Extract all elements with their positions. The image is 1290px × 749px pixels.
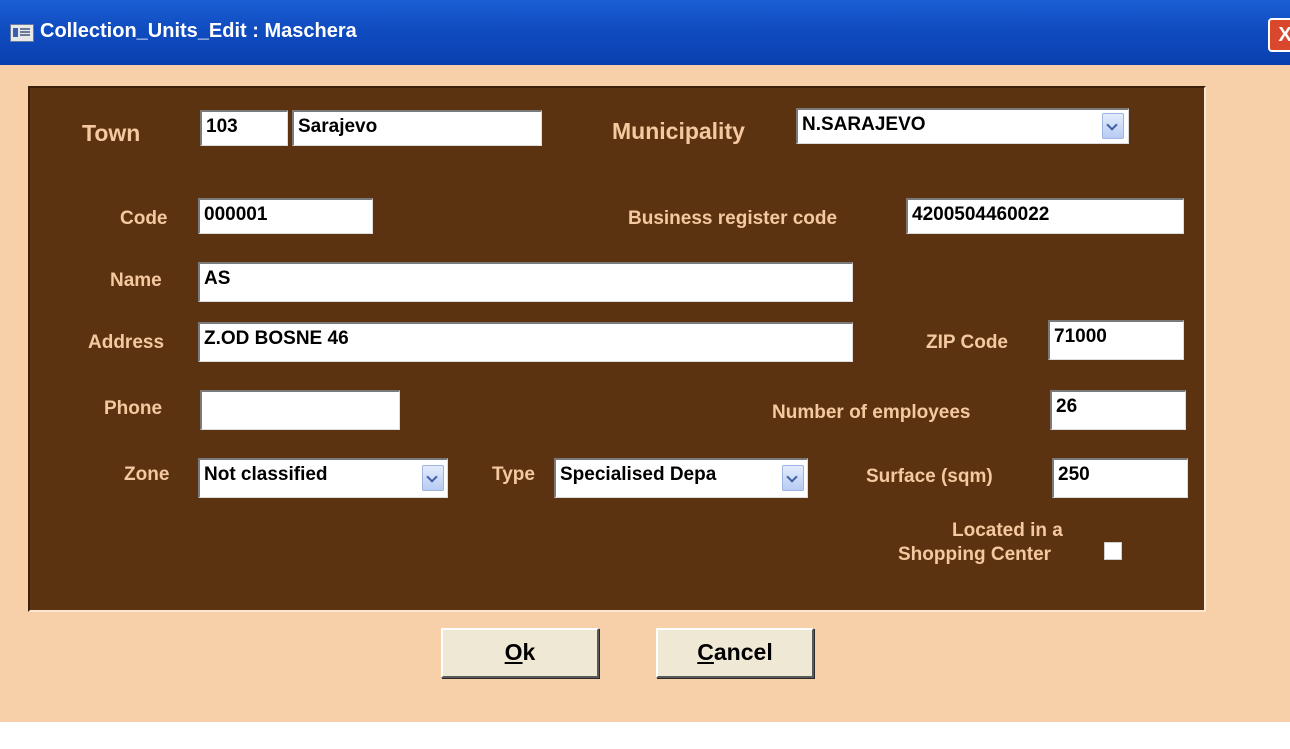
municipality-field[interactable]: N.SARAJEVO	[796, 108, 1129, 144]
type-combo[interactable]: Specialised Depa	[554, 458, 808, 498]
municipality-combo[interactable]: N.SARAJEVO	[796, 108, 1129, 144]
business-register-code-field[interactable]: 4200504460022	[906, 198, 1184, 234]
code-field[interactable]: 000001	[198, 198, 373, 234]
zone-label: Zone	[124, 464, 170, 485]
chevron-down-icon[interactable]	[422, 465, 444, 491]
address-field[interactable]: Z.OD BOSNE 46	[198, 322, 853, 362]
close-icon[interactable]: X	[1268, 18, 1290, 52]
shopping-center-label-line1: Located in a	[952, 520, 1063, 541]
zip-code-label: ZIP Code	[926, 332, 1008, 353]
phone-field[interactable]	[200, 390, 400, 430]
cancel-button[interactable]: Cancel	[656, 628, 814, 678]
form-window: Collection_Units_Edit : Maschera X Town …	[0, 0, 1290, 722]
type-field[interactable]: Specialised Depa	[554, 458, 808, 498]
surface-label: Surface (sqm)	[866, 466, 993, 487]
shopping-center-checkbox[interactable]	[1104, 542, 1122, 560]
name-field[interactable]: AS	[198, 262, 853, 302]
business-register-code-label: Business register code	[628, 208, 838, 229]
zone-combo[interactable]: Not classified	[198, 458, 448, 498]
form-icon	[10, 24, 34, 42]
address-label: Address	[88, 332, 165, 353]
town-code-field[interactable]: 103	[200, 110, 288, 146]
chevron-down-icon[interactable]	[782, 465, 804, 491]
zone-field[interactable]: Not classified	[198, 458, 448, 498]
ok-button-accel: O	[504, 639, 523, 665]
type-label: Type	[492, 464, 535, 485]
shopping-center-label-line2: Shopping Center	[898, 544, 1052, 565]
ok-button[interactable]: Ok	[441, 628, 599, 678]
town-label: Town	[82, 120, 141, 146]
employees-field[interactable]: 26	[1050, 390, 1186, 430]
cancel-button-rest: ancel	[713, 639, 773, 665]
form-panel: Town 103 Sarajevo Municipality N.SARAJEV…	[28, 86, 1206, 612]
town-name-field[interactable]: Sarajevo	[292, 110, 542, 146]
ok-button-rest: k	[522, 639, 536, 665]
municipality-label: Municipality	[612, 118, 745, 144]
phone-label: Phone	[104, 398, 163, 419]
chevron-down-icon[interactable]	[1102, 113, 1124, 139]
zip-code-field[interactable]: 71000	[1048, 320, 1184, 360]
surface-field[interactable]: 250	[1052, 458, 1188, 498]
title-bar[interactable]: Collection_Units_Edit : Maschera X	[0, 0, 1290, 65]
name-label: Name	[110, 270, 162, 291]
employees-label: Number of employees	[772, 402, 971, 423]
window-title: Collection_Units_Edit : Maschera	[40, 20, 357, 42]
code-label: Code	[120, 208, 168, 229]
cancel-button-accel: C	[697, 639, 714, 665]
